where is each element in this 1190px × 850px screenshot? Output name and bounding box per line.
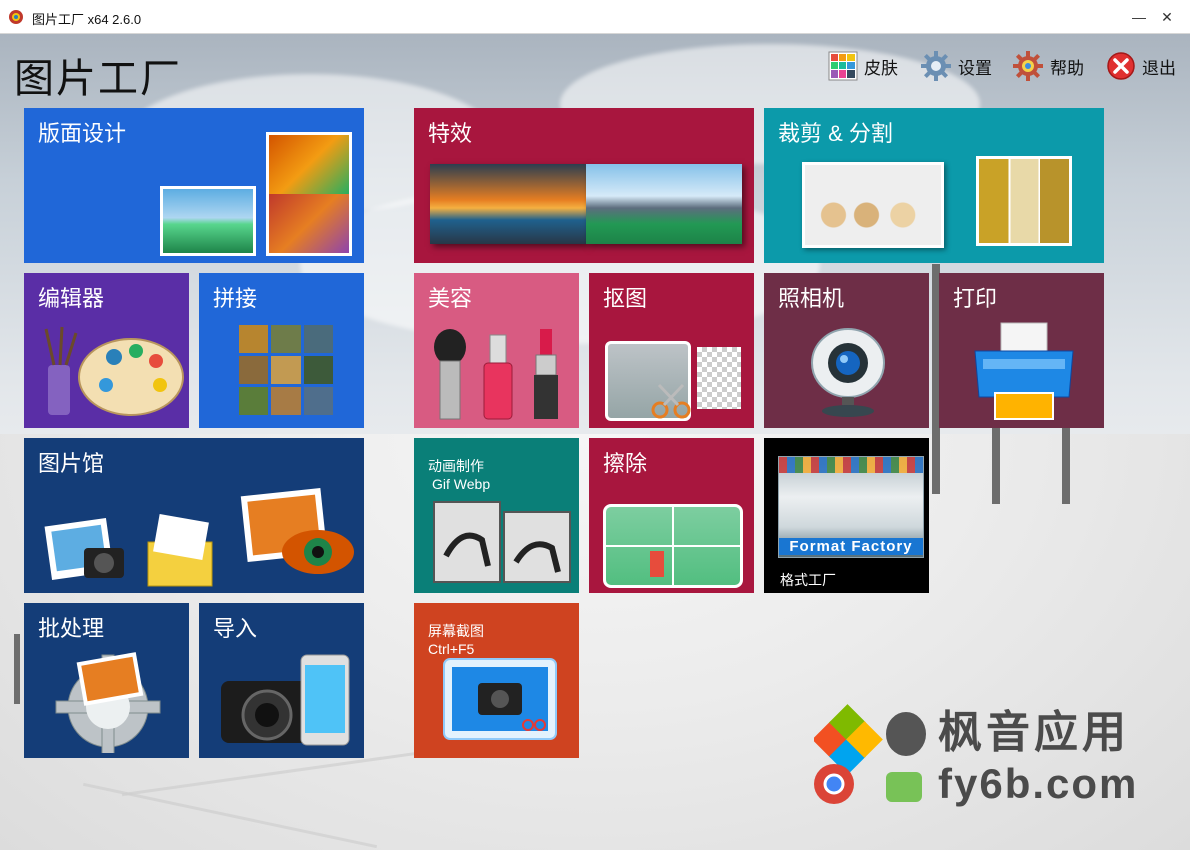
tile-screenshot[interactable]: 屏幕截图 Ctrl+F5 (414, 603, 579, 758)
tile-label: 擦除 (603, 451, 648, 476)
exit-button[interactable]: 退出 (1106, 48, 1176, 84)
collage-photo-icon (266, 132, 352, 256)
batch-gear-icon (55, 652, 161, 753)
tile-label: 版面设计 (38, 121, 127, 146)
cosmetics-icon (434, 329, 558, 420)
tile-erase[interactable]: 擦除 (589, 438, 754, 593)
tile-stitch[interactable]: 拼接 (199, 273, 364, 428)
tile-label: 打印 (953, 286, 998, 311)
window-title: 图片工厂 x64 2.6.0 (32, 12, 142, 27)
main-area: 图片工厂 皮肤 设置 帮助 退出 版面设计 特效 裁剪 & 分割 编辑器 拼接 … (0, 34, 1190, 850)
tile-animation[interactable]: 动画制作 Gif Webp (414, 438, 579, 593)
close-icon: ✕ (1161, 8, 1173, 25)
close-window-button[interactable]: ✕ (1144, 0, 1190, 34)
tile-label: 照相机 (778, 286, 845, 311)
settings-button[interactable]: 设置 (920, 48, 992, 84)
skin-label: 皮肤 (864, 58, 898, 78)
tile-label: 图片馆 (38, 451, 105, 476)
window-titlebar: 图片工厂 x64 2.6.0 — ✕ (0, 0, 1190, 34)
background-post (992, 424, 1000, 504)
puppies-crop-icon (802, 162, 944, 248)
sunset-lighthouse-photo (430, 164, 586, 244)
tile-label: 导入 (213, 616, 258, 641)
skin-button[interactable]: 皮肤 (828, 48, 898, 84)
help-gear-icon (1013, 51, 1043, 81)
exit-icon (1107, 52, 1135, 80)
tile-format-factory[interactable]: Format Factory 格式工厂 (764, 438, 929, 593)
printer-icon (974, 322, 1074, 420)
deer-field-photo (603, 504, 743, 588)
gallery-icons (44, 487, 354, 587)
tile-camera[interactable]: 照相机 (764, 273, 929, 428)
tile-effects[interactable]: 特效 (414, 108, 754, 263)
background-post (14, 634, 20, 704)
settings-label: 设置 (958, 58, 992, 78)
help-button[interactable]: 帮助 (1012, 48, 1084, 84)
watermark-url: fy6b.com (938, 760, 1139, 807)
tile-label: 抠图 (603, 286, 648, 311)
watermark-text: 枫音应用 (938, 708, 1130, 757)
gear-icon (921, 51, 951, 81)
photo-grid-icon (239, 325, 333, 415)
tile-label: 屏幕截图 (428, 623, 484, 639)
format-factory-logo-text: Format Factory (779, 538, 923, 555)
scissors-icon (651, 383, 691, 419)
tile-label: 特效 (428, 121, 473, 146)
tile-print[interactable]: 打印 (939, 273, 1104, 428)
tile-label: 裁剪 & 分割 (778, 121, 893, 146)
film-strip-icon (433, 501, 571, 583)
tile-label: 美容 (428, 286, 473, 311)
tile-editor[interactable]: 编辑器 (24, 273, 189, 428)
exit-label: 退出 (1142, 58, 1176, 78)
tile-sublabel: Gif Webp (432, 476, 491, 492)
tile-import[interactable]: 导入 (199, 603, 364, 758)
tile-crop-split[interactable]: 裁剪 & 分割 (764, 108, 1104, 263)
screen-capture-icon (443, 658, 557, 740)
camera-phone-icon (221, 654, 350, 746)
tile-label: 动画制作 (428, 458, 484, 474)
skin-palette-icon (828, 51, 858, 81)
tile-layout-design[interactable]: 版面设计 (24, 108, 364, 263)
split-grid-icon (976, 156, 1072, 246)
daylight-lighthouse-photo (586, 164, 742, 244)
tile-gallery[interactable]: 图片馆 (24, 438, 364, 593)
landscape-collage-icon (160, 186, 256, 256)
tile-label: 格式工厂 (780, 572, 836, 588)
app-title: 图片工厂 (14, 57, 182, 101)
webcam-icon (811, 328, 885, 417)
tile-label: 批处理 (38, 616, 105, 641)
transparent-background-icon (697, 347, 741, 409)
watermark-logos (814, 704, 926, 804)
paint-palette-icon (44, 326, 184, 416)
tile-beauty[interactable]: 美容 (414, 273, 579, 428)
help-label: 帮助 (1050, 58, 1084, 78)
tile-label: 编辑器 (38, 286, 105, 311)
tile-label: 拼接 (213, 286, 258, 311)
tile-batch[interactable]: 批处理 (24, 603, 189, 758)
tile-cutout[interactable]: 抠图 (589, 273, 754, 428)
format-factory-logo: Format Factory (778, 456, 924, 558)
app-icon (9, 10, 23, 24)
